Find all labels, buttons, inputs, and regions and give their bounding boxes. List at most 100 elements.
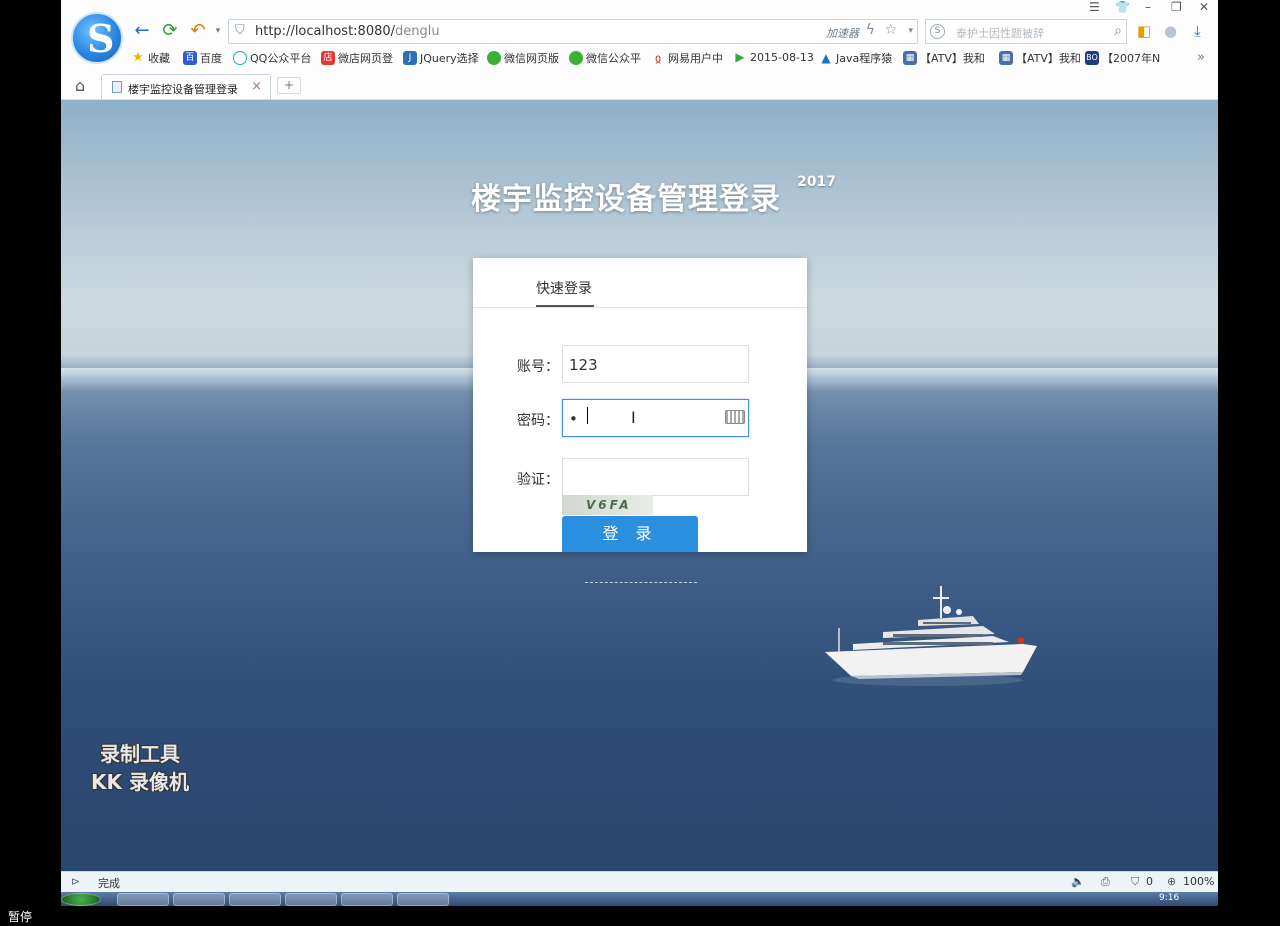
taskbar-item[interactable] [397,893,449,906]
browser-toolbar: S ← ⟳ ↶ ▾ ⛉ http://localhost:8080/denglu… [61,0,1218,100]
zoom-icon[interactable]: ⊕ [1167,875,1176,888]
bookmark-item[interactable]: 微信网页版 [487,50,559,66]
user-icon[interactable]: ● [1164,22,1177,40]
bo-icon: BO [1085,51,1099,65]
baidu-icon: 百 [183,51,197,65]
adblock-icon[interactable]: ⛉ [1131,875,1139,889]
menu-icon[interactable]: ☰ [1089,0,1100,14]
address-bar[interactable]: ⛉ http://localhost:8080/denglu 加速器 ϟ ☆ ▾ [228,19,918,44]
bookmark-item[interactable]: 微信公众平 [569,50,641,66]
tab-close-icon[interactable]: × [251,79,262,94]
refresh-icon[interactable]: ⟳ [159,20,181,42]
bookmark-item[interactable]: ★ 收藏 [131,50,170,66]
yacht-image [825,586,1037,686]
close-window-button[interactable]: ✕ [1199,0,1209,14]
volume-icon[interactable]: 🔈 [1071,875,1085,888]
search-engine-icon[interactable]: S [930,24,945,39]
bookmark-item[interactable]: ▲ Java程序猿 [819,50,892,66]
password-label: 密码： [517,413,559,429]
search-icon[interactable]: ⌕ [1114,23,1122,39]
ibeam-cursor-icon: Ⅰ [631,408,636,427]
virtual-keyboard-icon[interactable] [725,410,745,424]
bookmark-item[interactable]: 店微店网页登 [321,50,393,66]
tab-login-page[interactable]: 楼宇监控设备管理登录 × [101,74,271,99]
watermark-line1: 录制工具 [99,742,180,766]
bookmark-label: 微信网页版 [504,52,559,65]
extension-icon[interactable]: ◧ [1137,22,1151,40]
bookmark-item[interactable]: ▦ 【ATV】我和 [903,50,985,66]
login-page: 楼宇监控设备管理登录 2017 快速登录 账号： 123 密码： • Ⅰ 验证：… [61,100,1218,871]
undo-dropdown-chevron-icon[interactable]: ▾ [207,20,229,42]
taskbar-item[interactable] [117,893,169,906]
text-caret [587,407,588,424]
bookmark-item[interactable]: BO 【2007年N [1085,50,1160,66]
weidian-icon: 店 [321,51,335,65]
restore-button[interactable]: ❐ [1171,0,1182,14]
logo-letter: S [87,16,115,61]
tab-strip: ⌂ 楼宇监控设备管理登录 × + [61,72,1218,99]
home-icon[interactable]: ⌂ [75,76,85,95]
taskbar-clock: 9:16 [1159,893,1180,903]
bookmark-label: 2015-08-13 [750,50,814,64]
password-input[interactable]: • [562,399,749,437]
sidebar-toggle-icon[interactable]: ⊳ [71,875,80,888]
bookmark-label: JQuery选择 [420,52,479,65]
tab-active-underline [536,305,594,307]
account-input[interactable]: 123 [562,345,749,383]
captcha-image[interactable]: V6FA [562,495,653,515]
bookmark-item[interactable]: 百百度 [183,50,222,66]
browser-logo[interactable]: S [71,12,123,64]
bookmarks-more-icon[interactable]: » [1197,50,1205,65]
start-button[interactable] [61,893,101,906]
search-box[interactable]: S 泰护士因性题被辞 ⌕ [925,19,1127,44]
print-icon[interactable]: ⎙ [1101,875,1110,889]
bookmark-label: 百度 [200,52,222,65]
bookmark-label: 【ATV】我和 [1016,52,1081,65]
verify-label: 验证： [517,472,559,488]
login-button[interactable]: 登 录 [562,516,698,552]
undo-close-icon[interactable]: ↶ [187,20,209,42]
pause-label[interactable]: 暂停 [8,908,32,925]
tab-quick-login[interactable]: 快速登录 [536,278,592,298]
bookmark-item[interactable]: J JQuery选择 [403,50,479,66]
login-card: 快速登录 账号： 123 密码： • Ⅰ 验证： V6FA 登 录 [473,258,807,552]
account-label: 账号： [517,359,559,375]
wechat-icon [569,51,583,65]
url-path: denglu [395,24,440,39]
download-icon[interactable]: ⤓ [1194,22,1201,40]
new-tab-button[interactable]: + [277,77,301,94]
taskbar-item[interactable] [341,893,393,906]
lightning-icon[interactable]: ϟ [866,22,875,38]
taskbar-item[interactable] [285,893,337,906]
atv-icon: ▦ [903,51,917,65]
verify-input[interactable] [562,458,749,496]
bookmark-item[interactable]: ▶ 2015-08-13 [733,50,814,64]
address-dropdown-chevron-icon[interactable]: ▾ [908,26,913,36]
bookmark-item[interactable]: ჲ 网易用户中 [651,50,723,66]
bookmark-label: Java程序猿 [836,52,893,65]
bookmark-label: 微信公众平 [586,52,641,65]
os-taskbar: 9:16 [61,892,1218,906]
status-bar: ⊳ 完成 🔈 ⎙ ⛉ 0 ⊕ 100% [61,871,1218,892]
bookmark-item[interactable]: QQ公众平台 [233,50,311,66]
java-icon: ▲ [819,51,833,65]
taskbar-item[interactable] [173,893,225,906]
page-title: 楼宇监控设备管理登录 [471,182,781,217]
skin-icon[interactable]: 👕 [1115,0,1130,14]
star-favorite-icon[interactable]: ☆ [884,22,897,38]
address-url[interactable]: http://localhost:8080/denglu [255,24,440,39]
bookmark-item[interactable]: ▦ 【ATV】我和 [999,50,1081,66]
minimize-button[interactable]: – [1145,0,1151,14]
url-host: http://localhost:8080/ [255,24,396,39]
accelerator-label[interactable]: 加速器 [826,25,859,41]
jquery-icon: J [403,51,417,65]
recorder-watermark: 录制工具 KK 录像机 [91,740,189,796]
bookmark-label: 【ATV】我和 [920,52,985,65]
bookmark-label: 网易用户中 [668,52,723,65]
taskbar-item[interactable] [229,893,281,906]
dashed-divider [585,582,697,583]
zoom-level[interactable]: 100% [1183,875,1214,888]
qq-icon [233,51,247,65]
search-input[interactable]: 泰护士因性题被辞 [956,25,1044,41]
back-arrow-icon[interactable]: ← [131,20,153,42]
